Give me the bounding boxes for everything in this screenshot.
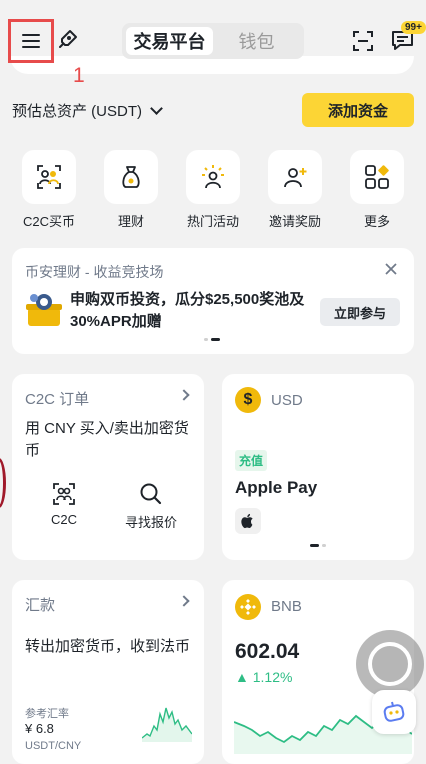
chevron-right-icon bbox=[178, 595, 190, 607]
assistant-bot-button[interactable] bbox=[372, 690, 416, 734]
card-carousel-dots bbox=[310, 544, 326, 547]
celebrate-icon bbox=[186, 150, 240, 204]
chevron-right-icon bbox=[178, 389, 190, 401]
shortcut-more[interactable]: 更多 bbox=[338, 150, 416, 230]
shortcut-label: C2C买币 bbox=[22, 214, 75, 229]
gift-box-icon bbox=[26, 294, 62, 326]
find-quote-action[interactable]: 寻找报价 bbox=[116, 482, 186, 531]
shortcut-label: 邀请奖励 bbox=[268, 214, 321, 229]
apple-icon bbox=[235, 508, 261, 534]
usd-deposit-card[interactable]: $ USD 充值 Apple Pay bbox=[222, 374, 414, 560]
search-icon bbox=[140, 483, 162, 505]
shortcut-referral[interactable]: 邀请奖励 bbox=[256, 150, 334, 230]
shortcut-earn[interactable]: 理财 bbox=[92, 150, 170, 230]
card-title: C2C 订单 bbox=[25, 391, 90, 408]
c2c-order-card[interactable]: C2C 订单 用 CNY 买入/卖出加密货币 C2C 寻找报价 bbox=[12, 374, 204, 560]
c2c-people-icon bbox=[53, 483, 75, 505]
tab-wallet[interactable]: 钱包 bbox=[213, 27, 300, 55]
carousel-dot bbox=[204, 338, 208, 341]
shortcut-label: 理财 bbox=[117, 214, 144, 229]
action-label: 寻找报价 bbox=[124, 515, 177, 530]
shortcut-label: 更多 bbox=[363, 214, 390, 229]
robot-icon bbox=[383, 701, 405, 722]
shortcut-row: C2C买币 理财 热门活动 邀请奖励 更多 bbox=[10, 150, 416, 230]
bnb-change-value: 1.12% bbox=[252, 669, 293, 685]
carousel-dot-active bbox=[211, 338, 220, 341]
payment-method: Apple Pay bbox=[235, 478, 318, 497]
coin-label: BNB bbox=[271, 598, 302, 615]
coin-label: USD bbox=[271, 392, 303, 409]
promo-title: 币安理财 - 收益竞技场 bbox=[25, 264, 164, 280]
floating-assistive-button[interactable] bbox=[356, 630, 424, 698]
red-edge-mark bbox=[0, 458, 6, 508]
close-icon[interactable] bbox=[384, 262, 398, 276]
c2c-action[interactable]: C2C bbox=[29, 482, 99, 527]
remittance-card[interactable]: 汇款 转出加密货币，收到法币 参考汇率 ¥ 6.8 USDT/CNY bbox=[12, 580, 204, 764]
shortcut-events[interactable]: 热门活动 bbox=[174, 150, 252, 230]
money-bag-icon bbox=[104, 150, 158, 204]
join-now-button[interactable]: 立即参与 bbox=[320, 298, 400, 326]
top-bar: 1 交易平台 钱包 99+ bbox=[0, 0, 426, 87]
rate-label: 参考汇率 bbox=[25, 708, 69, 720]
deposit-tag: 充值 bbox=[235, 450, 268, 471]
assistive-ring-icon bbox=[368, 642, 412, 686]
carousel-dot bbox=[322, 544, 326, 547]
bnb-change: ▲ 1.12% bbox=[235, 669, 293, 685]
scan-icon[interactable] bbox=[352, 30, 374, 52]
mode-switch: 交易平台 钱包 bbox=[122, 23, 304, 59]
add-user-icon bbox=[268, 150, 322, 204]
annotation-number: 1 bbox=[73, 64, 85, 87]
c2c-people-icon bbox=[22, 150, 76, 204]
card-title: 汇款 bbox=[25, 597, 56, 614]
chevron-down-icon bbox=[150, 101, 163, 115]
card-description: 转出加密货币，收到法币 bbox=[25, 638, 191, 655]
tab-exchange[interactable]: 交易平台 bbox=[126, 27, 213, 55]
add-funds-button[interactable]: 添加资金 bbox=[302, 93, 414, 127]
carousel-dot-active bbox=[310, 544, 319, 547]
hamburger-icon bbox=[22, 34, 40, 48]
promo-banner[interactable]: 币安理财 - 收益竞技场 申购双币投资，瓜分$25,500奖池及30%APR加赠… bbox=[12, 248, 414, 354]
bnb-coin-icon bbox=[235, 594, 261, 620]
assets-label: 预估总资产 (USDT) bbox=[12, 103, 142, 120]
rate-pair: USDT/CNY bbox=[25, 740, 82, 752]
shortcut-label: 热门活动 bbox=[186, 214, 239, 229]
shortcut-c2c[interactable]: C2C买币 bbox=[10, 150, 88, 230]
dollar-coin-icon: $ bbox=[235, 387, 261, 413]
notification-badge: 99+ bbox=[401, 21, 426, 34]
card-description: 用 CNY 买入/卖出加密货币 bbox=[25, 420, 189, 459]
rate-value: ¥ 6.8 bbox=[25, 721, 54, 736]
grid-more-icon bbox=[350, 150, 404, 204]
action-label: C2C bbox=[50, 512, 77, 527]
promo-text: 申购双币投资，瓜分$25,500奖池及30%APR加赠 bbox=[70, 291, 305, 330]
menu-button[interactable] bbox=[8, 19, 54, 63]
coin-symbol: $ bbox=[243, 391, 253, 408]
rate-sparkline bbox=[142, 707, 192, 742]
carousel-dots bbox=[204, 338, 220, 341]
bnb-price: 602.04 bbox=[235, 640, 300, 663]
estimated-assets-selector[interactable]: 预估总资产 (USDT) bbox=[12, 100, 163, 121]
pin-icon[interactable] bbox=[57, 28, 79, 50]
